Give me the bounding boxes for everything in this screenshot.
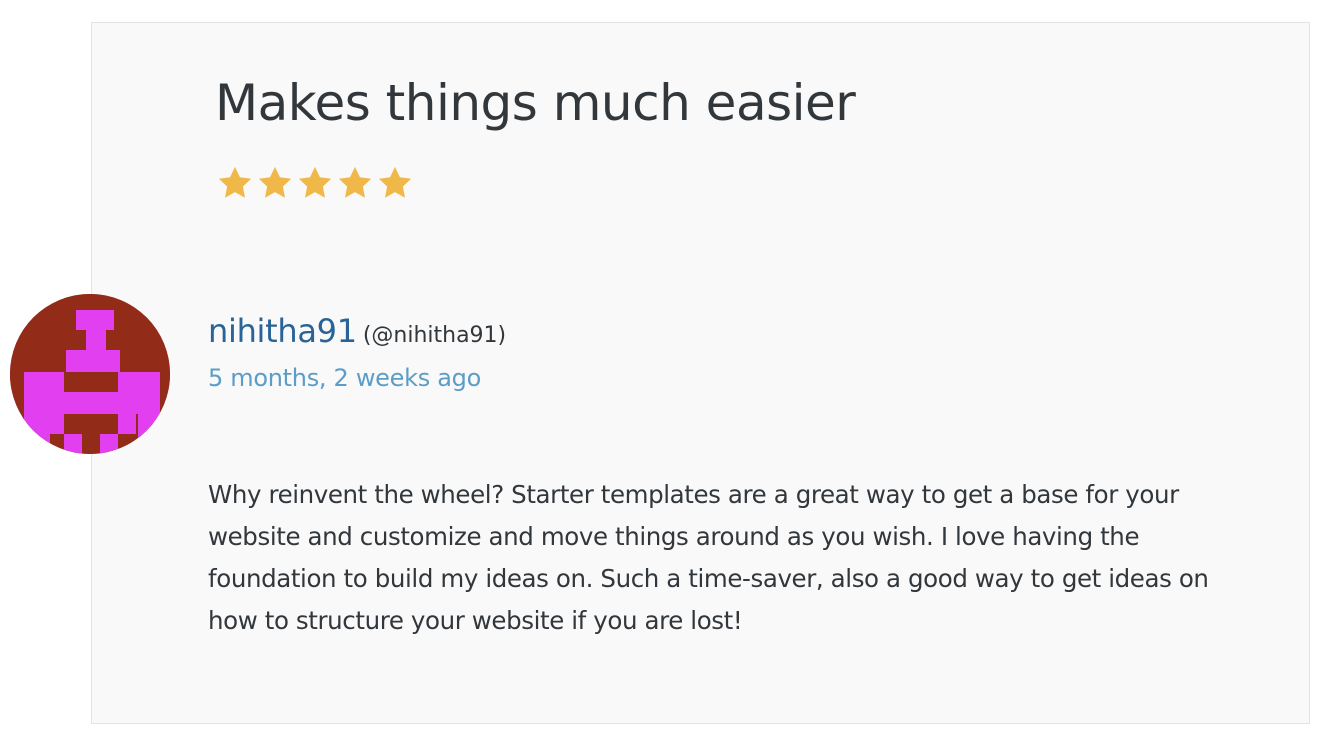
reviewer-handle: (@nihitha91) <box>362 323 507 348</box>
star-icon <box>298 166 332 198</box>
review-title: Makes things much easier <box>215 74 856 132</box>
star-icon <box>338 166 372 198</box>
star-icon <box>378 166 412 198</box>
reviewer-byline: nihitha91 (@nihitha91) <box>208 312 506 350</box>
star-icon <box>258 166 292 198</box>
review-body: Why reinvent the wheel? Starter template… <box>208 480 1209 635</box>
identicon-avatar-icon <box>10 294 170 454</box>
star-rating <box>216 164 414 202</box>
reviewer-avatar[interactable] <box>10 294 170 454</box>
star-icon <box>218 166 252 198</box>
review-date-link[interactable]: 5 months, 2 weeks ago <box>208 364 481 392</box>
reviewer-name-link[interactable]: nihitha91 <box>208 312 357 350</box>
